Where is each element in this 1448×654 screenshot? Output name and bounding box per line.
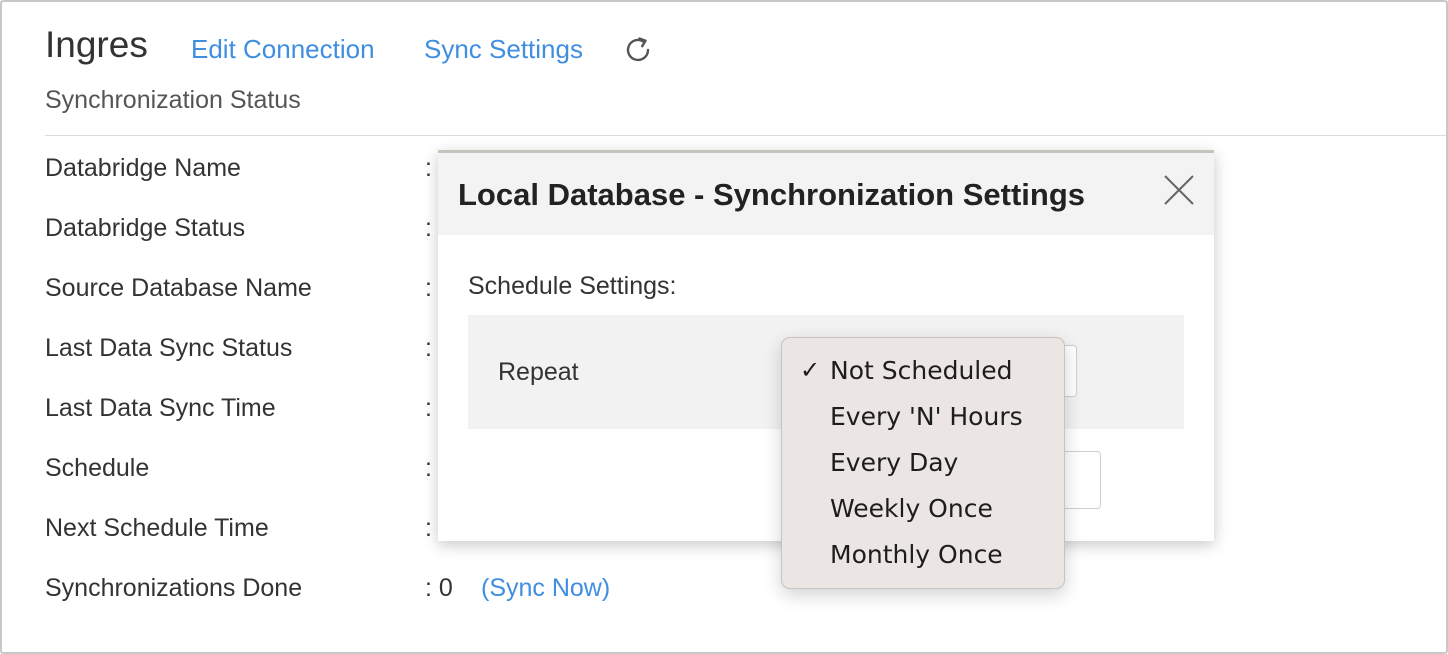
sync-settings-link[interactable]: Sync Settings: [424, 34, 583, 65]
info-value: :: [425, 394, 432, 422]
info-label: Databridge Status: [45, 214, 246, 242]
checkmark-icon: ✓: [800, 356, 821, 384]
menu-item-weekly-once[interactable]: Weekly Once: [782, 490, 1064, 532]
info-value: :: [425, 274, 432, 302]
menu-item-label: Every 'N' Hours: [830, 402, 1023, 431]
menu-item-every-n-hours[interactable]: Every 'N' Hours: [782, 398, 1064, 440]
divider: [45, 135, 1446, 136]
menu-item-label: Monthly Once: [830, 540, 1003, 569]
info-value: :: [425, 214, 432, 242]
info-label: Schedule: [45, 454, 150, 482]
info-label: Source Database Name: [45, 274, 312, 302]
info-value: :: [425, 154, 432, 182]
info-label: Synchronizations Done: [45, 574, 303, 602]
edit-connection-link[interactable]: Edit Connection: [191, 34, 375, 65]
menu-item-monthly-once[interactable]: Monthly Once: [782, 536, 1064, 578]
menu-item-label: Not Scheduled: [830, 356, 1013, 385]
sync-now-link[interactable]: (Sync Now): [481, 574, 610, 603]
repeat-dropdown-menu: ✓ Not Scheduled Every 'N' Hours Every Da…: [781, 337, 1065, 589]
menu-item-label: Every Day: [830, 448, 959, 477]
menu-item-label: Weekly Once: [830, 494, 993, 523]
info-value: : 0: [425, 574, 453, 602]
info-label: Last Data Sync Time: [45, 394, 276, 422]
info-label: Last Data Sync Status: [45, 334, 293, 362]
section-subtitle: Synchronization Status: [45, 86, 301, 114]
info-label: Next Schedule Time: [45, 514, 269, 542]
refresh-icon[interactable]: [621, 33, 655, 67]
info-value: :: [425, 514, 432, 542]
info-label: Databridge Name: [45, 154, 241, 182]
dialog-header: Local Database - Synchronization Setting…: [438, 153, 1214, 235]
info-value: :: [425, 454, 432, 482]
menu-item-not-scheduled[interactable]: ✓ Not Scheduled: [782, 352, 1064, 394]
menu-item-every-day[interactable]: Every Day: [782, 444, 1064, 486]
dialog-title: Local Database - Synchronization Setting…: [458, 177, 1086, 212]
page-title: Ingres: [45, 24, 148, 65]
close-icon[interactable]: [1162, 173, 1196, 207]
repeat-label: Repeat: [498, 358, 579, 386]
info-value: :: [425, 334, 432, 362]
schedule-settings-label: Schedule Settings:: [468, 272, 677, 300]
